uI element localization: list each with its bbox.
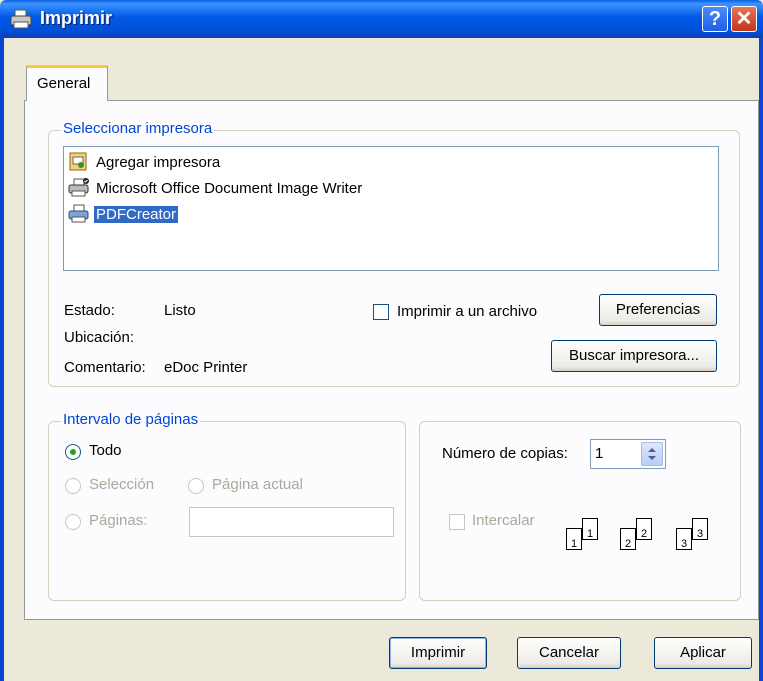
copies-label: Número de copias: bbox=[442, 445, 568, 462]
preferences-button[interactable]: Preferencias bbox=[599, 294, 717, 326]
all-pages-label[interactable]: Todo bbox=[89, 442, 122, 459]
collate-label: Intercalar bbox=[472, 512, 535, 529]
apply-button[interactable]: Aplicar bbox=[654, 637, 752, 669]
print-to-file-label[interactable]: Imprimir a un archivo bbox=[397, 303, 537, 320]
collate-page-front-1: 1 bbox=[566, 528, 582, 550]
close-button[interactable]: ✕ bbox=[731, 6, 757, 32]
current-page-radio[interactable] bbox=[188, 478, 204, 494]
window-border-left bbox=[0, 38, 4, 681]
page-range-legend: Intervalo de páginas bbox=[61, 411, 201, 428]
print-dialog: Imprimir ? ✕ General Seleccionar impreso… bbox=[0, 0, 763, 681]
status-label: Estado: bbox=[64, 302, 115, 319]
selection-label: Selección bbox=[89, 476, 155, 493]
window-border-right bbox=[759, 38, 763, 681]
print-to-file-checkbox[interactable] bbox=[373, 304, 389, 320]
comment-label: Comentario: bbox=[64, 359, 146, 376]
collate-page-front-3: 3 bbox=[676, 528, 692, 550]
title-bar[interactable]: Imprimir ? ✕ bbox=[0, 0, 763, 38]
collate-page-back-3: 3 bbox=[692, 518, 708, 540]
window-title: Imprimir bbox=[40, 8, 113, 28]
comment-value: eDoc Printer bbox=[164, 359, 248, 376]
printer-default-icon bbox=[68, 178, 89, 197]
printer-group-legend: Seleccionar impresora bbox=[61, 120, 215, 137]
print-button[interactable]: Imprimir bbox=[389, 637, 487, 669]
tab-general-label: General bbox=[37, 75, 91, 92]
pages-radio[interactable] bbox=[65, 514, 81, 530]
printer-name: Microsoft Office Document Image Writer bbox=[96, 179, 363, 197]
printer-name: PDFCreator bbox=[92, 204, 180, 224]
copies-value: 1 bbox=[595, 445, 604, 462]
collate-page-back-2: 2 bbox=[636, 518, 652, 540]
collate-page-back-1: 1 bbox=[582, 518, 598, 540]
add-printer-icon bbox=[69, 152, 87, 171]
printer-item-add[interactable]: Agregar impresora bbox=[68, 151, 222, 173]
radio-selected-dot bbox=[70, 449, 76, 455]
location-label: Ubicación: bbox=[64, 329, 135, 346]
printer-item-pdfcreator[interactable]: PDFCreator bbox=[68, 203, 180, 225]
printer-icon bbox=[68, 204, 89, 223]
printer-icon bbox=[10, 9, 32, 29]
find-printer-button[interactable]: Buscar impresora... bbox=[551, 340, 717, 372]
status-value: Listo bbox=[164, 302, 196, 319]
spin-button[interactable] bbox=[641, 442, 663, 466]
collate-checkbox[interactable] bbox=[449, 514, 465, 530]
pages-label: Páginas: bbox=[89, 512, 148, 529]
printer-item-mso[interactable]: Microsoft Office Document Image Writer bbox=[68, 177, 364, 199]
all-pages-radio[interactable] bbox=[65, 444, 81, 460]
tab-general[interactable]: General bbox=[26, 65, 108, 101]
spin-arrows-icon bbox=[648, 448, 656, 460]
printer-name: Agregar impresora bbox=[96, 153, 221, 171]
collate-page-front-2: 2 bbox=[620, 528, 636, 550]
printer-list[interactable]: Agregar impresora Microsoft Office Docum… bbox=[63, 146, 719, 271]
current-page-label: Página actual bbox=[212, 476, 303, 493]
cancel-button[interactable]: Cancelar bbox=[517, 637, 621, 669]
help-button[interactable]: ? bbox=[702, 6, 728, 32]
selection-radio[interactable] bbox=[65, 478, 81, 494]
pages-input[interactable] bbox=[189, 507, 394, 537]
